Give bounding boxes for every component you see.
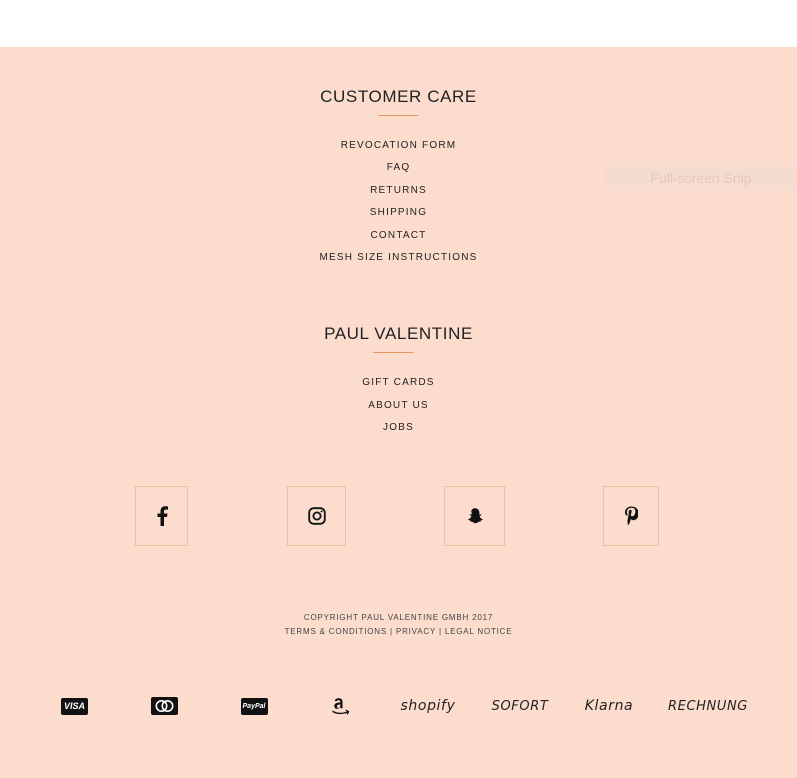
shipping-link[interactable]: SHIPPING <box>0 207 797 218</box>
sofort-label: SOFORT <box>491 698 549 714</box>
visa-icon: VISA <box>61 697 88 715</box>
customer-care-heading: CUSTOMER CARE <box>320 87 477 106</box>
mastercard-payment <box>150 694 178 718</box>
returns-link[interactable]: RETURNS <box>0 185 797 196</box>
paul-valentine-heading: PAUL VALENTINE <box>324 324 473 343</box>
mastercard-icon <box>150 697 178 715</box>
legal-links: TERMS & CONDITIONS | PRIVACY | LEGAL NOT… <box>0 627 797 636</box>
shopify-payment: shopify <box>400 694 456 718</box>
revocation-form-link[interactable]: REVOCATION FORM <box>0 140 797 151</box>
faq-link[interactable]: FAQ <box>0 162 797 173</box>
copyright-text: COPYRIGHT PAUL VALENTINE GMBH 2017 <box>303 613 494 622</box>
rechnung-label: RECHNUNG <box>668 698 748 714</box>
top-white-bar <box>0 0 797 47</box>
facebook-icon <box>157 506 168 526</box>
customer-care-divider <box>378 115 418 116</box>
visa-payment: VISA <box>61 694 88 718</box>
legal-notice-link[interactable]: LEGAL NOTICE <box>445 627 513 636</box>
about-us-link[interactable]: ABOUT US <box>0 400 797 411</box>
facebook-button[interactable] <box>135 486 188 546</box>
amazon-payment <box>330 694 352 718</box>
pinterest-button[interactable] <box>603 486 659 546</box>
klarna-payment: Klarna <box>584 694 634 718</box>
snapchat-icon <box>467 508 483 524</box>
snapchat-button[interactable] <box>444 486 505 546</box>
paypal-payment: PayPal <box>240 694 268 718</box>
gift-cards-link[interactable]: GIFT CARDS <box>0 377 797 388</box>
paul-valentine-divider <box>373 352 413 353</box>
rechnung-payment: RECHNUNG <box>668 694 748 718</box>
mesh-size-instructions-link[interactable]: MESH SIZE INSTRUCTIONS <box>0 252 797 263</box>
instagram-icon <box>307 507 326 525</box>
paypal-icon: PayPal <box>240 697 268 715</box>
separator: | <box>387 627 396 636</box>
terms-conditions-link[interactable]: TERMS & CONDITIONS <box>285 627 387 636</box>
jobs-link[interactable]: JOBS <box>0 422 797 433</box>
instagram-button[interactable] <box>287 486 346 546</box>
pinterest-icon <box>625 506 638 526</box>
shopify-label: shopify <box>400 698 456 714</box>
sofort-payment: SOFORT <box>490 694 550 718</box>
contact-link[interactable]: CONTACT <box>0 230 797 241</box>
amazon-icon <box>332 698 350 715</box>
separator: | <box>435 627 445 636</box>
klarna-label: Klarna <box>584 698 634 714</box>
privacy-link[interactable]: PRIVACY <box>396 627 436 636</box>
